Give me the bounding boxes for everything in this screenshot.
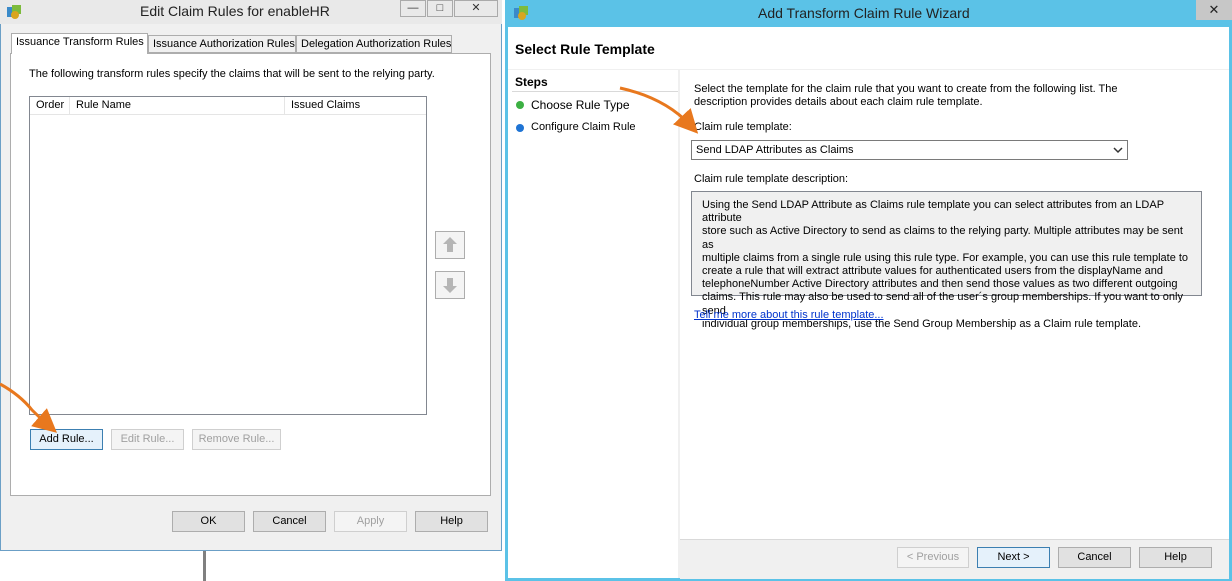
ok-button[interactable]: OK <box>172 511 245 532</box>
chevron-down-icon <box>1113 142 1123 164</box>
template-label: Claim rule template: <box>694 121 792 133</box>
help-button-left[interactable]: Help <box>415 511 488 532</box>
description-label: Claim rule template description: <box>694 173 849 185</box>
step-choose-rule-type: Choose Rule Type <box>531 98 630 112</box>
help-button-wizard[interactable]: Help <box>1139 547 1212 568</box>
move-down-button[interactable] <box>435 271 465 299</box>
list-header-divider <box>30 114 426 115</box>
remove-rule-button[interactable]: Remove Rule... <box>192 429 281 450</box>
column-rule-name[interactable]: Rule Name <box>70 97 285 114</box>
step-configure-claim-rule: Configure Claim Rule <box>531 121 636 133</box>
arrow-up-icon <box>443 237 457 252</box>
column-issued-claims[interactable]: Issued Claims <box>285 97 426 114</box>
previous-button[interactable]: < Previous <box>897 547 969 568</box>
description-line: Using the Send LDAP Attribute as Claims … <box>702 199 1164 225</box>
cancel-button-wizard[interactable]: Cancel <box>1058 547 1131 568</box>
cancel-button-left[interactable]: Cancel <box>253 511 326 532</box>
step-complete-icon <box>516 101 524 109</box>
close-button[interactable]: ✕ <box>454 0 498 17</box>
wizard-title: Add Transform Claim Rule Wizard <box>758 5 970 21</box>
steps-divider <box>512 91 678 92</box>
move-up-button[interactable] <box>435 231 465 259</box>
description-line: telephoneNumber Active Directory attribu… <box>702 278 1178 291</box>
claim-rule-template-select[interactable]: Send LDAP Attributes as Claims <box>691 140 1128 160</box>
minimize-button[interactable]: — <box>400 0 426 17</box>
column-order[interactable]: Order <box>30 97 70 114</box>
page-title: Select Rule Template <box>515 41 655 57</box>
wizard-close-button[interactable]: ✕ <box>1196 0 1232 20</box>
add-rule-button[interactable]: Add Rule... <box>30 429 103 450</box>
template-description-box: Using the Send LDAP Attribute as Claims … <box>691 191 1202 330</box>
next-button[interactable]: Next > <box>977 547 1050 568</box>
left-dialog-title: Edit Claim Rules for enableHR <box>140 3 330 19</box>
description-line: store such as Active Directory to send a… <box>702 225 1183 251</box>
maximize-button[interactable]: □ <box>427 0 453 17</box>
arrow-down-icon <box>443 278 457 293</box>
tab-issuance-transform-rules[interactable]: Issuance Transform Rules <box>11 33 148 54</box>
tab-issuance-authorization-rules[interactable]: Issuance Authorization Rules <box>148 35 296 53</box>
steps-header: Steps <box>515 75 548 89</box>
tab-delegation-authorization-rules[interactable]: Delegation Authorization Rules <box>296 35 452 53</box>
apply-button[interactable]: Apply <box>334 511 407 532</box>
rules-description: The following transform rules specify th… <box>29 68 435 80</box>
edit-rule-button[interactable]: Edit Rule... <box>111 429 184 450</box>
rules-list[interactable]: Order Rule Name Issued Claims <box>29 96 427 415</box>
wizard-app-icon <box>513 5 529 21</box>
step-current-icon <box>516 124 524 132</box>
background-divider <box>203 551 206 581</box>
description-line: create a rule that will extract attribut… <box>702 265 1164 278</box>
select-value: Send LDAP Attributes as Claims <box>696 144 854 156</box>
tell-me-more-link[interactable]: Tell me more about this rule template... <box>694 309 884 321</box>
app-icon <box>6 4 22 20</box>
description-line: multiple claims from a single rule using… <box>702 251 1189 264</box>
intro-text: Select the template for the claim rule t… <box>694 83 1118 108</box>
steps-panel <box>508 70 678 578</box>
